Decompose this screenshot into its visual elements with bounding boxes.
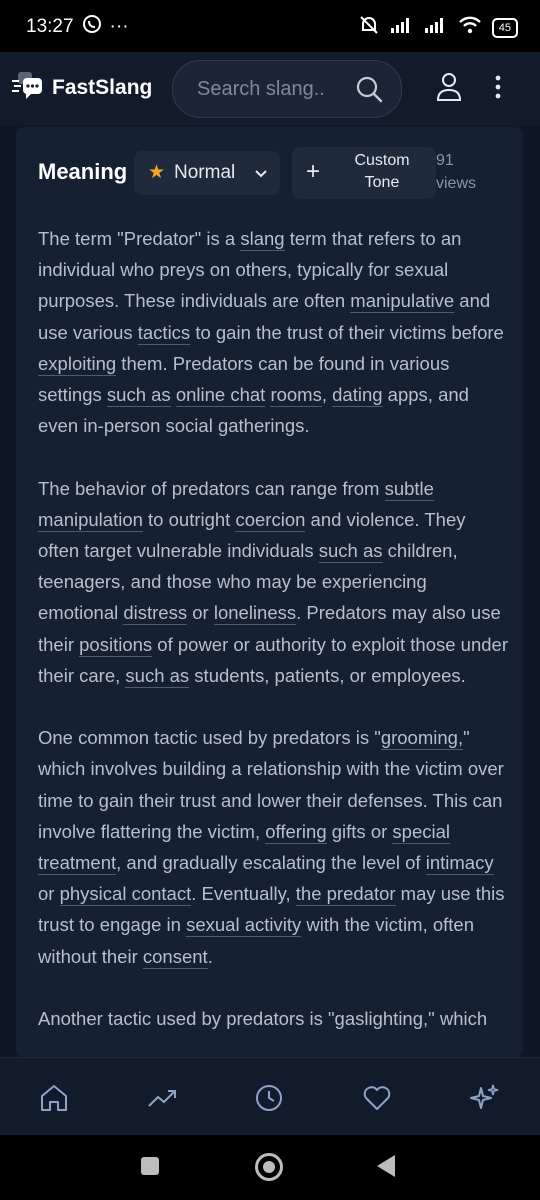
paragraph-text: , and gradually escalating the level of	[116, 852, 426, 874]
slang-term-link[interactable]: such as	[125, 664, 190, 688]
trending-icon[interactable]	[146, 1082, 178, 1114]
app-logo-icon	[12, 70, 46, 105]
meaning-paragraph: One common tactic used by predators is "…	[38, 722, 508, 972]
slang-term-link[interactable]: offering	[265, 820, 327, 844]
slang-term-link[interactable]: distress	[123, 602, 188, 626]
user-icon[interactable]	[436, 72, 462, 107]
slang-term-link[interactable]: loneliness	[213, 602, 297, 626]
paragraph-text: One common tactic used by predators is "	[38, 727, 381, 749]
slang-term-link[interactable]: such as	[318, 540, 383, 564]
paragraph-text: gifts or	[326, 820, 393, 842]
views-label: views	[436, 175, 477, 192]
status-bar: 13:27 ··· 45	[0, 0, 540, 52]
meaning-card: Meaning ★ Normal + Custom Tone 91 views …	[16, 127, 523, 1057]
paragraph-text: .	[207, 945, 213, 967]
favorites-icon[interactable]	[361, 1082, 393, 1114]
mute-icon	[358, 14, 380, 42]
sparkles-icon[interactable]	[469, 1082, 501, 1114]
signal-icon-2	[424, 16, 448, 40]
meaning-title: Meaning	[38, 159, 128, 184]
meaning-paragraph: Another tactic used by predators is "gas…	[38, 1003, 508, 1034]
paragraph-text: ,	[321, 384, 333, 406]
star-icon: ★	[148, 162, 166, 183]
slang-term-link[interactable]: online chat	[175, 384, 266, 408]
custom-tone-label: Custom Tone	[354, 152, 410, 191]
meaning-paragraph: The term "Predator" is a slang term that…	[38, 223, 508, 441]
home-icon[interactable]	[38, 1082, 70, 1114]
paragraph-text: students, patients, or employees.	[189, 664, 466, 686]
paragraph-text: or	[187, 602, 214, 624]
slang-term-link[interactable]: manipulative	[350, 290, 455, 314]
slang-term-link[interactable]: the predator	[295, 883, 396, 907]
slang-term-link[interactable]: coercion	[235, 508, 306, 532]
meaning-text: The term "Predator" is a slang term that…	[38, 223, 508, 1057]
slang-term-link[interactable]: such as	[106, 384, 171, 408]
slang-term-link[interactable]: exploiting	[38, 352, 117, 376]
back-button[interactable]	[377, 1155, 395, 1177]
paragraph-text: to gain the trust of their victims befor…	[190, 321, 504, 343]
search-bar[interactable]	[172, 60, 402, 118]
paragraph-text: . Eventually,	[191, 883, 296, 905]
slang-term-link[interactable]: dating	[332, 384, 383, 408]
slang-term-link[interactable]: slang	[240, 228, 285, 251]
viber-icon	[82, 14, 102, 40]
status-time: 13:27	[26, 16, 74, 37]
system-nav-bar	[0, 1135, 540, 1200]
slang-term-link[interactable]: grooming,	[380, 727, 464, 751]
meaning-paragraph: The behavior of predators can range from…	[38, 473, 508, 691]
history-icon[interactable]	[253, 1082, 285, 1114]
home-button[interactable]	[255, 1153, 283, 1181]
chevron-down-icon	[254, 166, 268, 184]
app-bar: FastSlang	[0, 52, 540, 126]
more-options-icon[interactable]	[494, 74, 502, 105]
plus-icon: +	[306, 158, 321, 185]
slang-term-link[interactable]: tactics	[137, 321, 191, 345]
slang-term-link[interactable]: physical contact	[59, 883, 192, 907]
slang-term-link[interactable]: positions	[79, 633, 153, 657]
paragraph-text: Another tactic used by predators is "gas…	[38, 1008, 488, 1030]
search-input[interactable]	[195, 76, 349, 102]
custom-tone-button[interactable]: + Custom Tone	[292, 147, 436, 199]
recent-apps-button[interactable]	[141, 1157, 159, 1175]
bottom-nav	[0, 1057, 540, 1136]
app-title: FastSlang	[52, 75, 153, 99]
slang-term-link[interactable]: rooms	[270, 384, 322, 408]
slang-term-link[interactable]: intimacy	[425, 852, 494, 876]
paragraph-text: The behavior of predators can range from	[38, 477, 385, 499]
search-icon[interactable]	[355, 75, 383, 108]
status-dots: ···	[109, 16, 129, 37]
status-left: 13:27 ···	[26, 14, 129, 40]
paragraph-text: to outright	[142, 508, 236, 530]
brand[interactable]: FastSlang	[12, 70, 152, 105]
wifi-icon	[458, 15, 482, 41]
meaning-header: Meaning ★ Normal + Custom Tone 91 views	[16, 127, 523, 217]
paragraph-text: or	[38, 883, 60, 905]
tone-dropdown[interactable]: ★ Normal	[134, 151, 280, 195]
status-right: 45	[358, 14, 518, 42]
views-count: 91 views	[436, 149, 496, 195]
slang-term-link[interactable]: sexual activity	[186, 914, 302, 938]
slang-term-link[interactable]: consent	[142, 945, 208, 969]
battery-indicator: 45	[491, 18, 518, 38]
signal-icon	[390, 16, 414, 40]
tone-label: Normal	[174, 162, 236, 183]
paragraph-text: The term "Predator" is a	[38, 228, 241, 249]
views-number: 91	[436, 152, 454, 169]
